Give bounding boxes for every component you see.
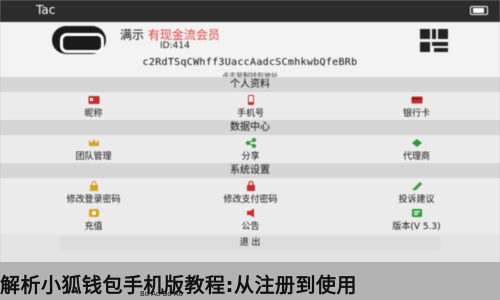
- menu-item-label: 投诉建议: [398, 195, 435, 205]
- menu-item-recharge[interactable]: 充值: [10, 208, 177, 232]
- id-card-icon: [88, 96, 99, 104]
- menu-item-phone[interactable]: 手机号: [167, 95, 334, 119]
- profile-name-prefix: 满示: [120, 28, 145, 42]
- menu-item-feedback[interactable]: 投诉建议: [333, 181, 500, 205]
- recharge-icon: [88, 209, 99, 217]
- footer-subtext: Bo Ao Bo Ao: [140, 290, 183, 298]
- menu-item-label: 手机号: [236, 109, 264, 119]
- member-level-label: 有现金流会员: [147, 28, 220, 42]
- lock-icon: [89, 181, 98, 191]
- menu-item-nickname[interactable]: 昵称: [10, 95, 177, 119]
- menu-item-label: 修改支付密码: [223, 195, 278, 205]
- version-icon: [411, 209, 422, 217]
- menu-row-data: 团队管理 分享 代理商: [0, 135, 500, 163]
- phone-screen: Tac 满示 有现金流会员 ID:414 c2RdTSqCWhff3UaccAa…: [0, 0, 500, 300]
- menu-item-label: 代理商: [402, 152, 430, 162]
- logout-button[interactable]: 退 出: [60, 236, 440, 250]
- menu-item-label: 修改登录密码: [66, 195, 121, 205]
- phone-icon: [247, 95, 254, 105]
- profile-card: 满示 有现金流会员 ID:414 c2RdTSqCWhff3UaccAadcSC…: [0, 22, 500, 80]
- wallet-address[interactable]: c2RdTSqCWhff3UaccAadcSCmhkwbQfeBRb: [0, 57, 500, 68]
- carrier-label: Tac: [36, 3, 56, 17]
- share-icon: [245, 138, 256, 148]
- notice-icon: [246, 208, 254, 218]
- menu-item-login-password[interactable]: 修改登录密码: [10, 181, 177, 205]
- menu-item-team[interactable]: 团队管理: [10, 138, 177, 162]
- menu-item-label: 分享: [241, 152, 260, 162]
- menu-item-label: 版本(V 5.3): [392, 222, 441, 232]
- battery-icon: [470, 6, 488, 15]
- bank-card-icon: [411, 96, 422, 104]
- agent-icon: [411, 139, 422, 147]
- menu-row-settings-2: 充值 公告 版本(V 5.3): [0, 206, 500, 234]
- menu-item-agent[interactable]: 代理商: [333, 138, 500, 162]
- menu-item-notice[interactable]: 公告: [167, 208, 334, 232]
- menu-row-personal: 昵称 手机号 银行卡: [0, 92, 500, 120]
- feedback-icon: [411, 182, 422, 190]
- menu-item-label: 团队管理: [75, 152, 112, 162]
- crown-icon: [88, 139, 99, 146]
- menu-item-label: 充值: [84, 222, 103, 232]
- menu-item-bank-card[interactable]: 银行卡: [333, 95, 500, 119]
- article-title-banner: 解析小狐钱包手机版教程:从注册到使用: [0, 273, 357, 297]
- section-title-settings: 系统设置: [0, 163, 500, 178]
- menu-item-version[interactable]: 版本(V 5.3): [333, 208, 500, 232]
- menu-item-share[interactable]: 分享: [167, 138, 334, 162]
- lock-icon: [246, 181, 255, 191]
- menu-item-pay-password[interactable]: 修改支付密码: [167, 181, 334, 205]
- section-title-personal: 个人资料: [0, 77, 500, 92]
- section-title-data: 数据中心: [0, 120, 500, 135]
- qr-code-icon[interactable]: [420, 29, 450, 53]
- menu-item-label: 昵称: [84, 109, 103, 119]
- avatar[interactable]: [52, 26, 106, 54]
- status-bar: Tac: [0, 0, 500, 22]
- user-id: ID:414: [160, 41, 190, 51]
- menu-item-label: 公告: [241, 222, 260, 232]
- menu-item-label: 银行卡: [402, 109, 430, 119]
- menu-row-settings-1: 修改登录密码 修改支付密码 投诉建议: [0, 178, 500, 206]
